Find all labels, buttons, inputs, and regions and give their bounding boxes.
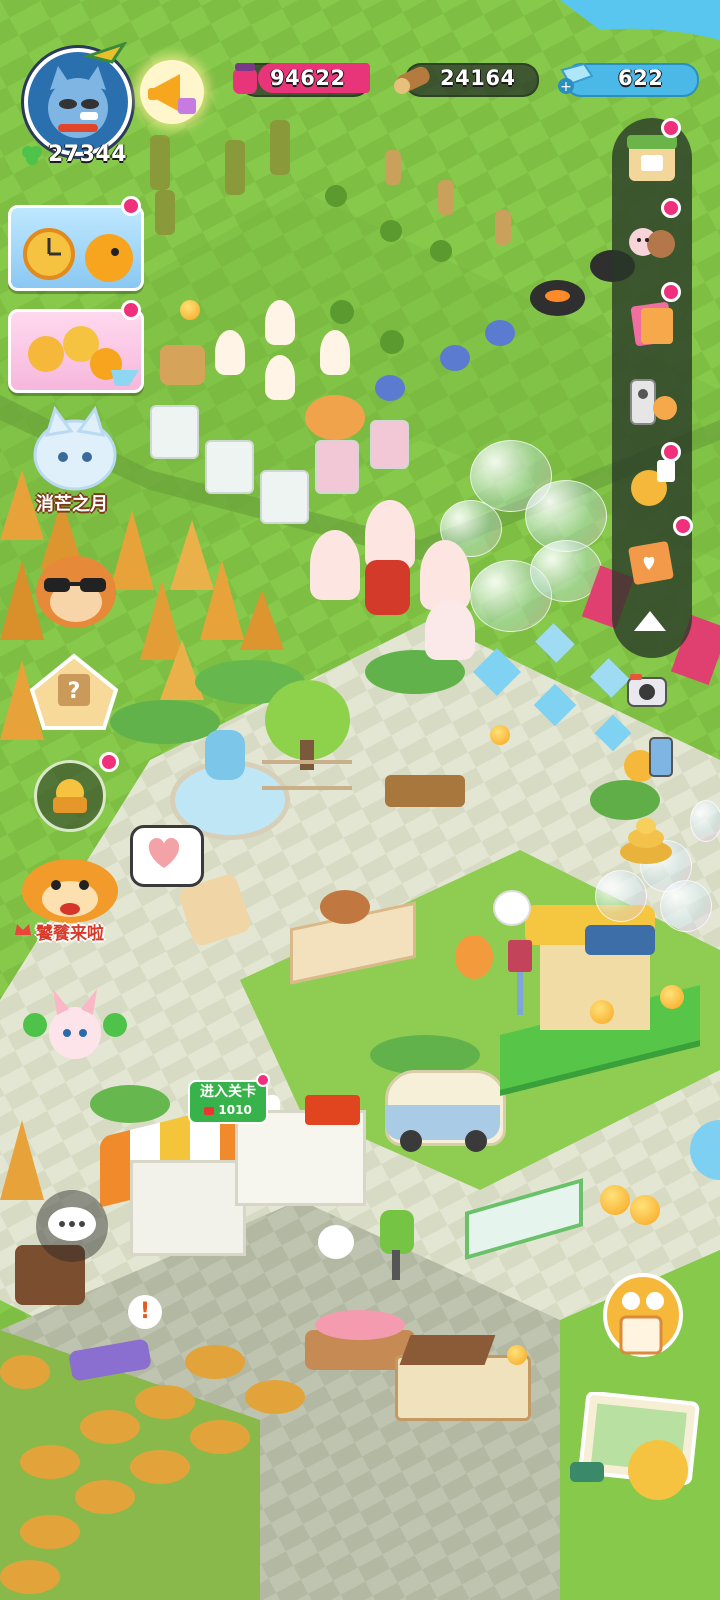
stage-entry-sign[interactable]: 进入关卡 1010 (188, 1080, 268, 1124)
heart-speech-bubble[interactable] (130, 825, 204, 887)
stage-level: 1010 (190, 1102, 266, 1118)
moon-event-label: 消芒之月 (36, 494, 108, 515)
photo-album-button[interactable] (566, 1391, 706, 1507)
moon-event-button[interactable] (25, 405, 125, 495)
notification-badge (256, 1073, 270, 1087)
chick-nest-button[interactable] (34, 760, 106, 832)
notification-badge (661, 282, 681, 302)
mystery-box-button[interactable]: ? (24, 652, 124, 732)
phone-chick-icon (624, 737, 673, 782)
ticket-icon (204, 1106, 215, 1115)
dog-sunglasses-icon (36, 556, 116, 628)
chick[interactable] (180, 300, 200, 320)
chick-pack-icon (28, 326, 139, 386)
wood-log-icon (392, 58, 436, 98)
barber-chair[interactable] (380, 1210, 414, 1254)
friends-icon (629, 228, 675, 258)
chat-button[interactable] (36, 1190, 108, 1262)
megaphone-icon (148, 74, 196, 114)
chick-pack-card[interactable] (8, 309, 144, 393)
chick[interactable] (630, 1195, 660, 1225)
bubble[interactable] (690, 800, 720, 842)
poop-button[interactable] (612, 808, 680, 868)
chick-nest-icon (53, 779, 87, 813)
notification-badge (121, 196, 141, 216)
chat-cloud-icon (48, 1207, 96, 1241)
jam-jar-icon (230, 60, 260, 96)
chick[interactable] (590, 1000, 614, 1024)
chick[interactable] (490, 725, 510, 745)
hamster-npc[interactable] (455, 935, 493, 979)
notification-badge (99, 752, 119, 772)
device-button[interactable] (619, 370, 685, 436)
hedge (90, 1085, 170, 1123)
chick[interactable] (507, 1345, 527, 1365)
chat-bubble-icon[interactable] (493, 890, 531, 926)
camera-icon (627, 674, 667, 707)
diamond-icon: + (556, 60, 596, 96)
bunny-clover-icon (23, 989, 127, 1059)
crown-icon (14, 921, 32, 937)
chick[interactable] (660, 985, 684, 1009)
jam-value: 94622 (258, 63, 370, 93)
notification-badge (661, 198, 681, 218)
fence (262, 760, 352, 790)
svg-text:?: ? (68, 679, 81, 704)
announcement-button[interactable] (140, 60, 204, 124)
time-event-card[interactable] (8, 205, 144, 291)
photo-frame-icon (570, 1391, 700, 1500)
poop-icon (620, 818, 672, 864)
feast-event-button[interactable] (12, 845, 132, 925)
fox-character-icon (33, 405, 117, 491)
triangle-up-icon (634, 611, 666, 631)
feast-event-label: 饕餮来啦 (36, 924, 104, 944)
diamond-value: 622 (618, 66, 664, 90)
tiger-character-icon (22, 859, 118, 923)
tasks-button[interactable] (597, 1265, 687, 1360)
wood-value: 24164 (440, 66, 516, 90)
notification-badge (661, 442, 681, 462)
bunny-character-button[interactable] (15, 985, 135, 1065)
dog-character-button[interactable] (28, 540, 124, 632)
gift-bubble-icon[interactable] (318, 1225, 354, 1259)
bench[interactable] (385, 775, 465, 807)
collapse-rail-button[interactable] (630, 605, 670, 635)
glasses-decoration (82, 41, 130, 72)
chick-clipboard-icon (603, 1273, 683, 1357)
clover-icon (20, 143, 44, 167)
phone-chick-button[interactable] (620, 730, 680, 790)
stage-entry-label: 进入关卡 (200, 1084, 256, 1100)
friends-button[interactable] (619, 208, 685, 274)
notification-badge (661, 118, 681, 138)
hedge (110, 700, 220, 744)
alert-bubble-icon[interactable]: ! (128, 1295, 162, 1329)
camera-button[interactable] (624, 670, 670, 712)
remote-control-icon (630, 379, 677, 425)
player-score: 27344 (48, 142, 128, 167)
heart-icon (148, 838, 180, 868)
svg-text:+: + (560, 79, 572, 95)
guide-book-button[interactable] (619, 530, 685, 596)
chick[interactable] (600, 1185, 630, 1215)
bubble[interactable] (660, 880, 712, 932)
guide-book-icon (628, 541, 674, 585)
notification-badge (673, 516, 693, 536)
bubble[interactable] (595, 870, 647, 922)
hedge (370, 1035, 480, 1075)
notification-badge (121, 300, 141, 320)
mystery-box-icon: ? (29, 653, 119, 730)
alarm-clock-icon (23, 228, 133, 282)
